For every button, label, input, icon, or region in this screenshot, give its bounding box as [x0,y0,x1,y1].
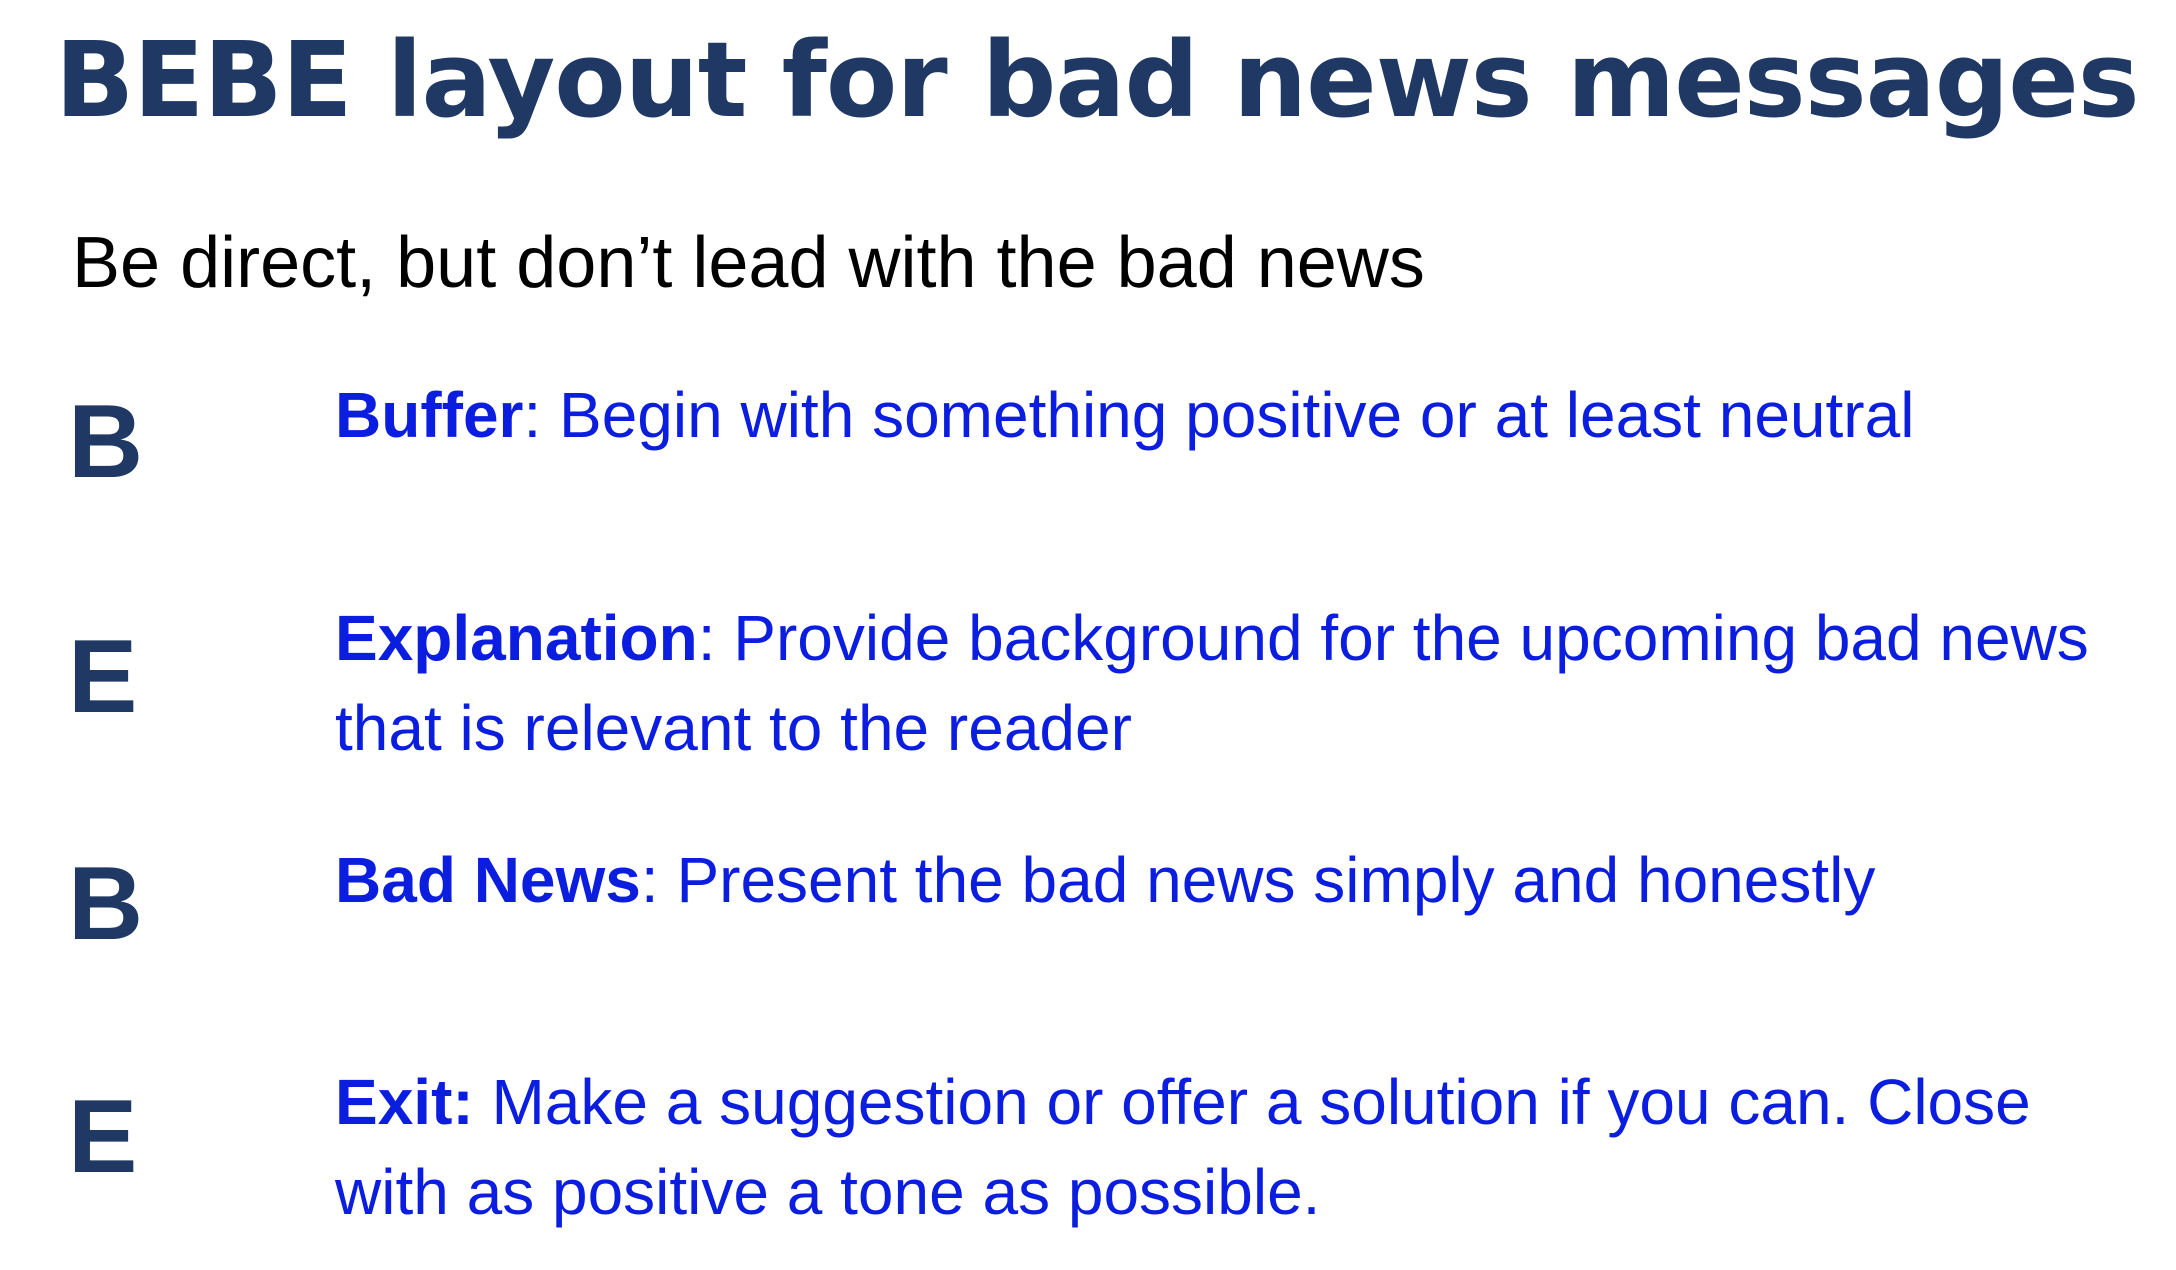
step-separator: : [523,379,542,451]
slide-subtitle: Be direct, but don’t lead with the bad n… [72,223,1425,303]
step-text: Make a suggestion or offer a solution if… [335,1066,2031,1228]
step-term: Buffer [335,379,524,451]
step-description: Exit: Make a suggestion or offer a solut… [335,1057,2125,1237]
step-letter: B [68,384,144,500]
step-letter: B [68,846,144,962]
step-letter: E [68,619,138,735]
step-description: Explanation: Provide background for the … [335,593,2125,773]
slide: BEBE layout for bad news messages Be dir… [0,0,2176,1270]
step-description: Bad News: Present the bad news simply an… [335,835,2125,925]
step-letter: E [68,1079,138,1195]
step-separator: : [640,844,659,916]
step-text: Begin with something positive or at leas… [541,379,1915,451]
step-term: Bad News [335,844,641,916]
step-text: Present the bad news simply and honestly [658,844,1876,916]
slide-title: BEBE layout for bad news messages [55,19,2140,141]
step-term: Exit: [335,1066,474,1138]
step-separator: : [697,602,716,674]
step-term: Explanation [335,602,698,674]
step-description: Buffer: Begin with something positive or… [335,370,2125,460]
